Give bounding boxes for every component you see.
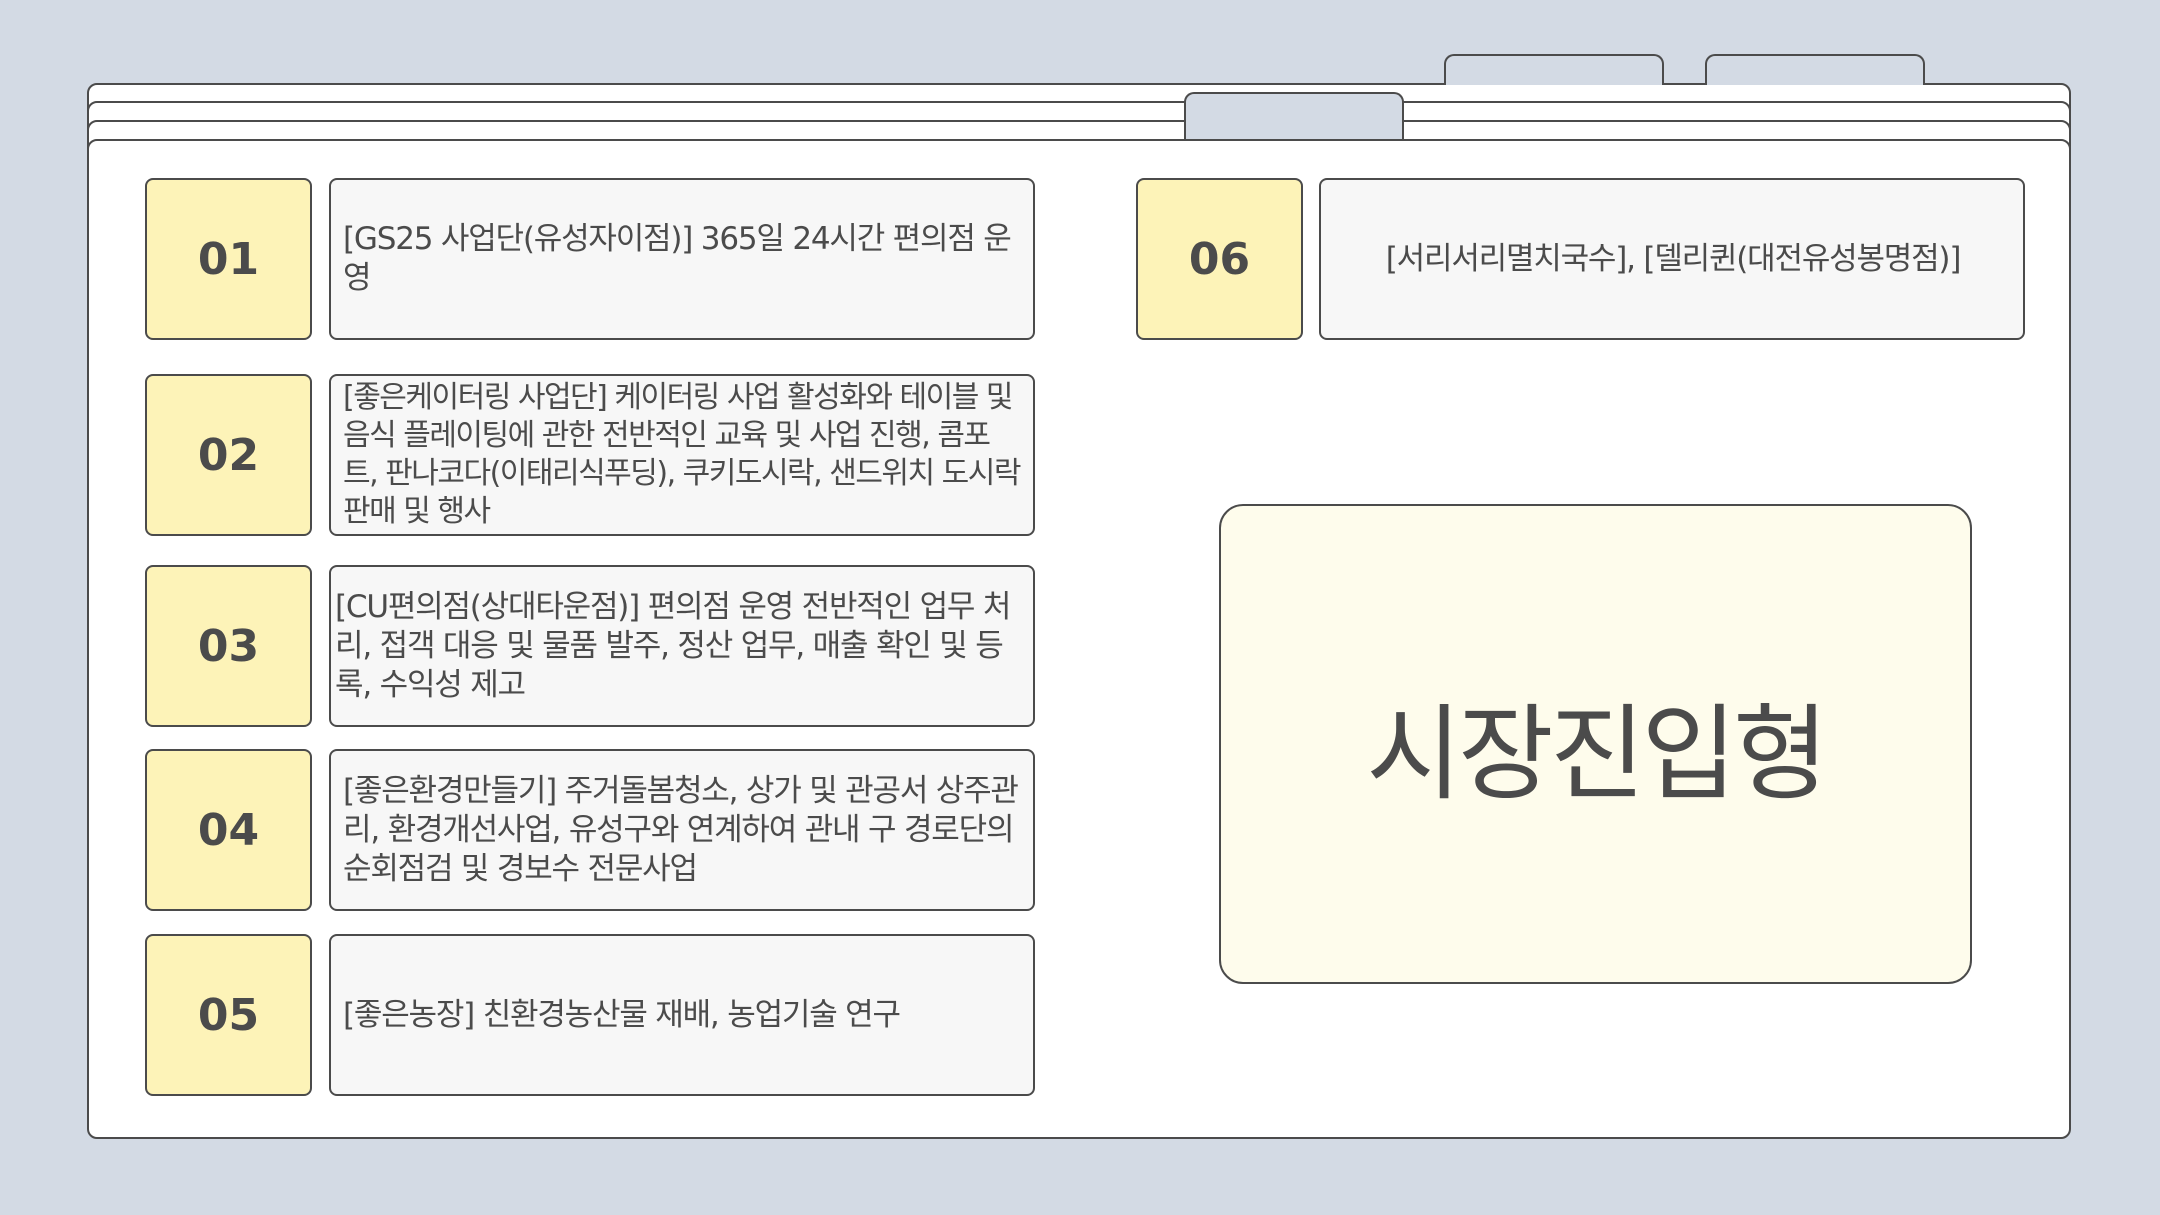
item-text-05-label: [좋은농장] 친환경농산물 재배, 농업기술 연구 (343, 996, 901, 1033)
item-number-05: 05 (145, 934, 312, 1096)
item-text-06: [서리서리멸치국수], [델리퀸(대전유성봉명점)] (1319, 178, 2025, 340)
item-text-01-label: [GS25 사업단(유성자이점)] 365일 24시간 편의점 운영 (343, 221, 1012, 296)
category-title: 시장진입형 (1366, 692, 1828, 815)
item-text-04: [좋은환경만들기] 주거돌봄청소, 상가 및 관공서 상주관리, 환경개선사업,… (329, 749, 1035, 911)
folder-tab-back-right (1705, 54, 1925, 85)
item-text-03: [CU편의점(상대타운점)] 편의점 운영 전반적인 업무 처리, 접객 대응 … (329, 565, 1035, 727)
item-number-03: 03 (145, 565, 312, 727)
item-text-04-label: [좋은환경만들기] 주거돌봄청소, 상가 및 관공서 상주관리, 환경개선사업,… (343, 772, 1019, 887)
item-text-01: [GS25 사업단(유성자이점)] 365일 24시간 편의점 운영 (329, 178, 1035, 340)
item-number-02: 02 (145, 374, 312, 536)
item-number-01: 01 (145, 178, 312, 340)
item-text-05: [좋은농장] 친환경농산물 재배, 농업기술 연구 (329, 934, 1035, 1096)
folder-tab-back-left (1444, 54, 1664, 85)
item-text-02: [좋은케이터링 사업단] 케이터링 사업 활성화와 테이블 및 음식 플레이팅에… (329, 374, 1035, 536)
item-text-03-label: [CU편의점(상대타운점)] 편의점 운영 전반적인 업무 처리, 접객 대응 … (335, 588, 1011, 703)
item-number-06: 06 (1136, 178, 1303, 340)
category-card: 시장진입형 (1219, 504, 1972, 984)
slide: 01 [GS25 사업단(유성자이점)] 365일 24시간 편의점 운영 02… (0, 0, 2160, 1215)
folder-tab-front (1184, 92, 1404, 141)
item-text-06-label: [서리서리멸치국수], [델리퀸(대전유성봉명점)] (1385, 240, 1962, 277)
item-number-04: 04 (145, 749, 312, 911)
item-text-02-label: [좋은케이터링 사업단] 케이터링 사업 활성화와 테이블 및 음식 플레이팅에… (343, 380, 1021, 529)
